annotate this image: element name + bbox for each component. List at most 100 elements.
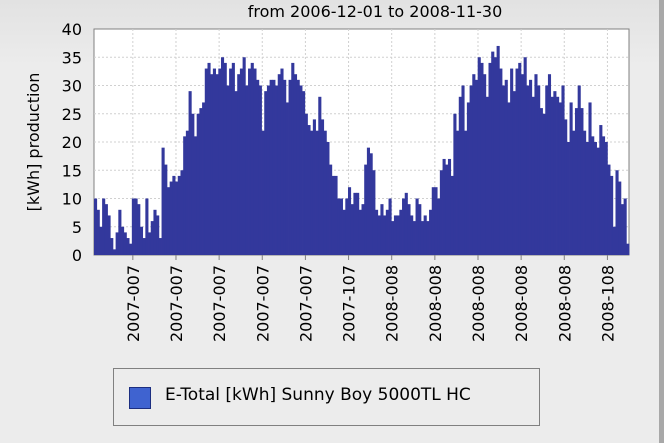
bar [496,45,500,256]
bar [561,85,565,255]
bar [220,57,225,255]
bar [358,209,362,255]
bar [283,79,287,255]
bar [442,158,446,255]
bar [574,108,579,255]
bar [215,74,219,255]
bar [334,175,338,255]
bar [207,62,211,256]
bar [391,221,395,255]
bar [307,125,311,255]
bar [469,85,473,255]
bar [196,113,200,255]
bar [553,91,557,256]
bar [202,102,206,255]
bar [293,74,298,255]
x-tick-label: 2007-107 [340,265,359,342]
bar [118,209,122,255]
bar [256,79,260,255]
bar [237,74,241,255]
x-tick-label: 2008-008 [512,265,531,342]
bar [453,113,457,255]
bar [429,209,433,255]
bar [526,85,530,255]
x-tick-label: 2007-007 [253,265,272,342]
bar [134,198,138,255]
bar [423,215,427,255]
bar [342,209,346,255]
x-axis-ticks: 2007-007 2007-007 2007-007 2007-007 2007-007… [124,255,617,342]
bar [331,175,335,255]
bar [375,209,379,255]
bar [166,187,171,255]
x-tick-label: 2007-007 [167,265,186,342]
bar [369,153,373,255]
bar [212,68,216,255]
bar [264,91,268,256]
bar [366,147,370,255]
bar [461,85,465,255]
bar [529,79,533,255]
bar [137,204,141,255]
legend: E-Total [kWh] Sunny Boy 5000TL HC [113,368,540,426]
bar [310,130,314,255]
y-tick-label: 20 [62,133,82,152]
bar [472,74,476,255]
bar [437,198,441,255]
bar [418,204,422,255]
bar [302,91,306,256]
bar [588,102,592,255]
bar [315,130,319,255]
bar [620,204,624,255]
bar [601,136,606,255]
bar [110,238,114,255]
bar [626,243,630,255]
bar [345,198,349,255]
bar [466,102,470,255]
bar [288,79,292,255]
y-tick-label: 40 [62,20,82,39]
bar [393,215,398,255]
bar [239,68,244,255]
bar [223,62,227,256]
y-tick-label: 5 [72,218,82,237]
bar [464,130,468,255]
bar [250,62,254,256]
bar [261,130,265,255]
bar [275,85,279,255]
bar [177,175,181,255]
bar [572,130,576,255]
bar [129,243,133,255]
bar [569,102,573,255]
bar [491,51,495,255]
bar [499,68,503,255]
bar [153,209,157,255]
bar [610,175,614,255]
bar [96,209,100,255]
bar [547,74,552,255]
bar [304,113,308,255]
bar [139,226,144,255]
bar [558,102,562,255]
window-edge [659,0,664,443]
bar [312,119,316,256]
bar [515,68,519,255]
bar [142,238,146,255]
bar [580,108,584,255]
y-tick-label: 0 [72,246,82,265]
x-tick-label: 2007-007 [124,265,143,342]
bar [269,79,273,255]
bar [502,85,506,255]
bar [488,62,492,256]
bar [158,238,162,255]
bar [445,164,449,255]
bar [320,119,325,256]
bar [326,142,330,255]
bar [618,181,622,255]
bar [248,68,252,255]
bar [183,136,187,255]
bar [339,198,343,255]
bar [99,226,103,255]
chart-window: from 2006-12-01 to 2008-11-30 0 5 10 15 20 25… [0,0,664,443]
y-tick-label: 30 [62,77,82,96]
